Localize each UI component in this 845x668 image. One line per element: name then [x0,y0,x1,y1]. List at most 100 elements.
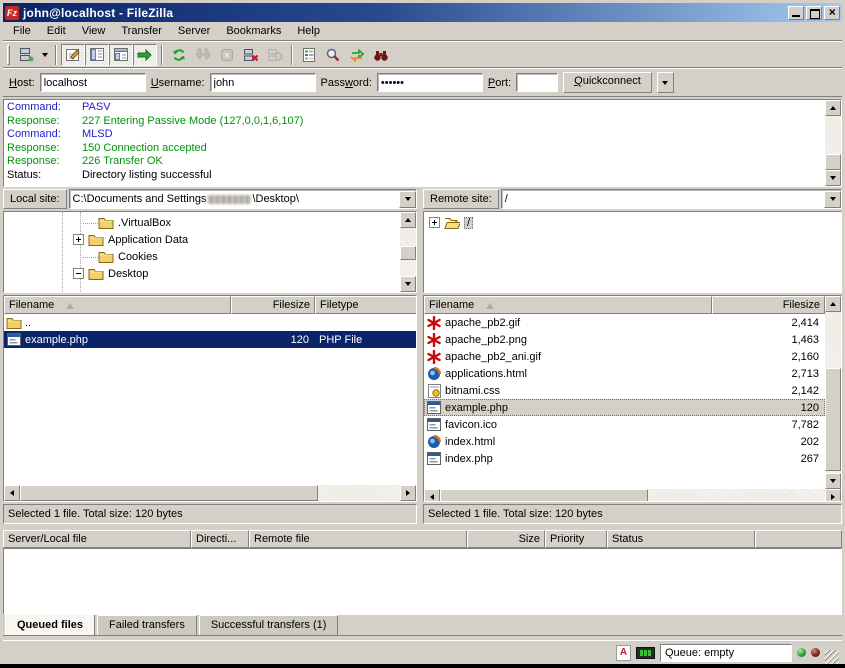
remote-vertical-scrollbar[interactable] [825,296,841,489]
arrow-down-icon [405,282,411,289]
table-row[interactable]: index.php 267 [424,450,825,467]
process-queue-icon [195,47,211,63]
directory-filters-button[interactable] [297,44,321,66]
scroll-track[interactable] [440,489,825,502]
window-resize-grip[interactable] [825,650,839,664]
table-row[interactable]: apache_pb2_ani.gif 2,160 [424,348,825,365]
scroll-track[interactable] [20,485,400,501]
scroll-thumb[interactable] [825,368,841,471]
local-site-dropdown-button[interactable] [399,191,416,208]
scroll-left-button[interactable] [4,485,20,501]
table-row[interactable]: apache_pb2.png 1,463 [424,331,825,348]
menu-bookmarks[interactable]: Bookmarks [218,23,289,39]
refresh-button[interactable] [167,44,191,66]
tab-successful-transfers[interactable]: Successful transfers (1) [199,615,339,635]
table-row[interactable]: index.html 202 [424,433,825,450]
table-row-updir[interactable]: .. [4,314,416,331]
find-files-button[interactable] [369,44,393,66]
tree-item-root[interactable]: / [424,214,841,231]
collapse-icon[interactable] [73,268,84,279]
menu-view[interactable]: View [74,23,114,39]
remote-column-filename[interactable]: Filename [424,296,712,314]
scroll-track[interactable] [400,228,416,276]
queue-column-remote-file[interactable]: Remote file [249,530,467,548]
scroll-track[interactable] [825,116,841,170]
scroll-down-button[interactable] [400,276,416,292]
scroll-right-button[interactable] [825,489,841,502]
minimize-button[interactable] [788,6,804,20]
host-input[interactable] [40,73,146,92]
table-row-example-php[interactable]: example.php 120 PHP File 1 [4,331,416,348]
scroll-thumb[interactable] [825,154,841,170]
scroll-up-button[interactable] [400,212,416,228]
menu-transfer[interactable]: Transfer [113,23,170,39]
scroll-up-button[interactable] [825,296,841,312]
tree-item-virtualbox[interactable]: .VirtualBox [4,214,400,231]
cancel-operation-button[interactable] [215,44,239,66]
local-column-filename[interactable]: Filename [4,296,231,314]
expand-icon[interactable] [73,234,84,245]
site-manager-dropdown-button[interactable] [38,44,51,66]
remote-horizontal-scrollbar[interactable] [424,489,841,502]
local-site-combobox[interactable]: C:\Documents and Settings\Desktop\ [69,189,417,209]
quickconnect-button[interactable]: Quickconnect [563,72,652,93]
queue-column-status[interactable]: Status [607,530,755,548]
toolbar-grip[interactable] [7,45,10,65]
tree-item-desktop[interactable]: Desktop [4,265,400,282]
folder-icon [98,216,114,229]
tree-item-cookies[interactable]: Cookies [4,248,400,265]
table-row[interactable]: favicon.ico 7,782 [424,416,825,433]
menu-help[interactable]: Help [289,23,328,39]
compare-directories-button[interactable] [321,44,345,66]
local-horizontal-scrollbar[interactable] [4,485,416,501]
quickconnect-dropdown-button[interactable] [657,72,674,93]
expand-icon[interactable] [429,217,440,228]
port-input[interactable] [516,73,558,92]
tab-queued-files[interactable]: Queued files [5,614,95,635]
toggle-message-log-button[interactable] [61,44,85,66]
scroll-left-button[interactable] [424,489,440,502]
reconnect-button[interactable] [263,44,287,66]
toggle-queue-button[interactable] [133,44,157,66]
local-column-filesize[interactable]: Filesize [231,296,315,314]
queue-column-priority[interactable]: Priority [545,530,607,548]
scroll-down-button[interactable] [825,170,841,186]
menu-edit[interactable]: Edit [39,23,74,39]
tree-item-application-data[interactable]: Application Data [4,231,400,248]
scroll-up-button[interactable] [825,100,841,116]
scroll-thumb[interactable] [440,489,648,502]
username-label: Username: [151,77,205,89]
menu-server[interactable]: Server [170,23,218,39]
password-input[interactable] [377,73,483,92]
remote-site-dropdown-button[interactable] [824,191,841,208]
site-manager-button[interactable] [14,44,38,66]
queue-column-direction[interactable]: Directi... [191,530,249,548]
table-row[interactable]: applications.html 2,713 [424,365,825,382]
queue-column-server-local-file[interactable]: Server/Local file [3,530,191,548]
toolbar-separator [291,45,293,65]
username-input[interactable] [210,73,316,92]
scroll-thumb[interactable] [400,246,416,260]
remote-column-filesize[interactable]: Filesize [712,296,825,314]
toggle-remote-tree-button[interactable] [109,44,133,66]
maximize-button[interactable] [806,6,822,20]
remote-site-combobox[interactable]: / [501,189,842,209]
queue-column-size[interactable]: Size [467,530,545,548]
synchronized-browsing-button[interactable] [345,44,369,66]
scroll-thumb[interactable] [20,485,318,501]
log-scrollbar[interactable] [825,100,841,186]
table-row[interactable]: bitnami.css 2,142 [424,382,825,399]
close-button[interactable] [824,6,840,20]
disconnect-button[interactable] [239,44,263,66]
local-tree-scrollbar[interactable] [400,212,416,292]
local-column-filetype[interactable]: Filetype [315,296,416,314]
process-queue-button[interactable] [191,44,215,66]
tab-failed-transfers[interactable]: Failed transfers [97,615,197,635]
table-row[interactable]: apache_pb2.gif 2,414 [424,314,825,331]
table-row-selected[interactable]: example.php 120 [424,399,825,416]
scroll-down-button[interactable] [825,473,841,489]
toggle-local-tree-button[interactable] [85,44,109,66]
menu-file[interactable]: File [5,23,39,39]
scroll-track[interactable] [825,312,841,473]
scroll-right-button[interactable] [400,485,416,501]
